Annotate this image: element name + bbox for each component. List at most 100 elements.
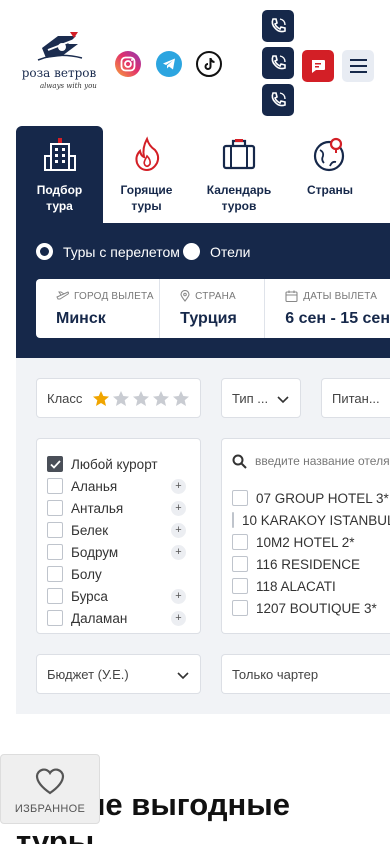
checkbox[interactable] (47, 544, 63, 560)
country-label-text: СТРАНА (195, 290, 236, 302)
charter-only-toggle[interactable]: Только чартер (221, 654, 390, 694)
star-icon[interactable] (132, 390, 150, 407)
tab-tour-selection[interactable]: Подбор тура (16, 126, 103, 223)
filters-panel: Класс Тип ... Питан... Любой курорт Алань… (16, 358, 390, 714)
resort-item[interactable]: Аланья + (47, 475, 200, 497)
budget-placeholder: Бюджет (У.Е.) (47, 666, 129, 682)
fire-icon (134, 136, 159, 172)
phone-icon (271, 92, 286, 107)
tab-tour-calendar[interactable]: Календарь туров (196, 126, 282, 223)
resort-label: Анталья (71, 500, 124, 516)
resort-label: Любой курорт (71, 456, 158, 472)
checkbox[interactable] (47, 456, 63, 472)
expand-plus-icon[interactable]: + (171, 478, 186, 494)
phone-button-2[interactable] (262, 47, 294, 79)
hamburger-menu-button[interactable] (342, 50, 374, 82)
star-icon[interactable] (172, 390, 190, 407)
checkbox[interactable] (232, 512, 234, 528)
hotel-item[interactable]: 10M2 HOTEL 2* (232, 531, 390, 553)
hotel-label: 116 RESIDENCE (256, 556, 361, 572)
menu-line (349, 71, 367, 73)
radio-tours-with-flight[interactable]: Туры с перелетом (36, 243, 180, 260)
resort-item[interactable]: Белек + (47, 519, 200, 541)
instagram-icon[interactable] (115, 51, 141, 77)
chat-icon (312, 60, 325, 73)
charter-label: Только чартер (232, 666, 319, 682)
tab-countries[interactable]: Страны (287, 126, 373, 223)
expand-plus-icon[interactable]: + (171, 588, 186, 604)
expand-plus-icon[interactable]: + (171, 610, 186, 626)
expand-plus-icon[interactable]: + (171, 522, 186, 538)
checkbox[interactable] (47, 566, 63, 582)
checkbox[interactable] (47, 478, 63, 494)
resort-item[interactable]: Любой курорт (47, 453, 200, 475)
checkbox[interactable] (232, 578, 248, 594)
hotel-search-placeholder: введите название отеля (255, 454, 390, 468)
logo-emblem-icon (37, 32, 83, 61)
search-fields: ГОРОД ВЫЛЕТА Минск СТРАНА Турция ДАТЫ ВЫ… (36, 279, 390, 338)
chat-button[interactable] (302, 50, 334, 82)
star-icon[interactable] (92, 390, 110, 407)
tab-hot-tours[interactable]: Горящие туры (103, 126, 190, 223)
hotel-class-filter: Класс (36, 378, 201, 418)
favorites-button[interactable]: ИЗБРАННОЕ (0, 754, 100, 824)
phone-icon (271, 55, 286, 70)
class-stars (92, 390, 190, 407)
checkbox[interactable] (232, 490, 248, 506)
phone-button-1[interactable] (262, 10, 294, 42)
type-select[interactable]: Тип ... (221, 378, 301, 418)
location-pin-icon (180, 290, 190, 302)
search-panel: Туры с перелетом Отели ГОРОД ВЫЛЕТА Минс… (16, 223, 390, 358)
resort-label: Болу (71, 566, 102, 582)
star-icon[interactable] (112, 390, 130, 407)
resort-item[interactable]: Бурса + (47, 585, 200, 607)
expand-plus-icon[interactable]: + (171, 544, 186, 560)
header: роза ветров always with you (0, 0, 390, 120)
budget-select[interactable]: Бюджет (У.Е.) (36, 654, 201, 694)
telegram-icon[interactable] (156, 51, 182, 77)
logo[interactable]: роза ветров always with you (18, 30, 100, 96)
departure-label-text: ГОРОД ВЫЛЕТА (74, 290, 154, 302)
hotel-item[interactable]: 116 RESIDENCE (232, 553, 390, 575)
hotels-list: введите название отеля 07 GROUP HOTEL 3*… (221, 438, 390, 634)
checkbox[interactable] (47, 500, 63, 516)
chevron-down-icon (177, 672, 189, 680)
hotel-search-input[interactable]: введите название отеля (232, 453, 390, 469)
resort-item[interactable]: Бодрум + (47, 541, 200, 563)
expand-plus-icon[interactable]: + (171, 500, 186, 516)
country-field[interactable]: СТРАНА Турция (160, 279, 266, 338)
radio-dot (183, 243, 200, 260)
checkbox[interactable] (47, 588, 63, 604)
resort-item[interactable]: Анталья + (47, 497, 200, 519)
meal-placeholder: Питан... (332, 390, 380, 406)
tiktok-icon[interactable] (196, 51, 222, 77)
class-label: Класс (47, 390, 83, 406)
country-label: СТРАНА (180, 290, 264, 302)
departure-value: Минск (56, 310, 106, 327)
hotel-item[interactable]: 118 ALACATI (232, 575, 390, 597)
checkbox[interactable] (232, 600, 248, 616)
hotel-label: 10 KARAKOY ISTANBUL (242, 512, 390, 528)
hotel-label: 1207 BOUTIQUE 3* (256, 600, 377, 616)
hotel-label: 118 ALACATI (256, 578, 336, 594)
phone-button-3[interactable] (262, 84, 294, 116)
meal-select[interactable]: Питан... (321, 378, 390, 418)
checkbox[interactable] (47, 522, 63, 538)
checkbox[interactable] (232, 556, 248, 572)
radio-dot-selected (36, 243, 53, 260)
hotel-item[interactable]: 07 GROUP HOTEL 3* (232, 487, 390, 509)
menu-line (349, 59, 367, 61)
checkbox[interactable] (232, 534, 248, 550)
radio-hotels[interactable]: Отели (183, 243, 250, 260)
building-icon (43, 138, 76, 171)
dates-field[interactable]: ДАТЫ ВЫЛЕТА 6 сен - 15 сен (265, 279, 390, 338)
resort-item[interactable]: Болу (47, 563, 200, 585)
departure-city-field[interactable]: ГОРОД ВЫЛЕТА Минск (36, 279, 161, 338)
star-icon[interactable] (152, 390, 170, 407)
radio-label: Туры с перелетом (63, 243, 180, 260)
checkbox[interactable] (47, 610, 63, 626)
resort-label: Аланья (71, 478, 118, 494)
hotel-item[interactable]: 1207 BOUTIQUE 3* (232, 597, 390, 619)
resort-item[interactable]: Даламан + (47, 607, 200, 629)
hotel-item[interactable]: 10 KARAKOY ISTANBUL (232, 509, 390, 531)
